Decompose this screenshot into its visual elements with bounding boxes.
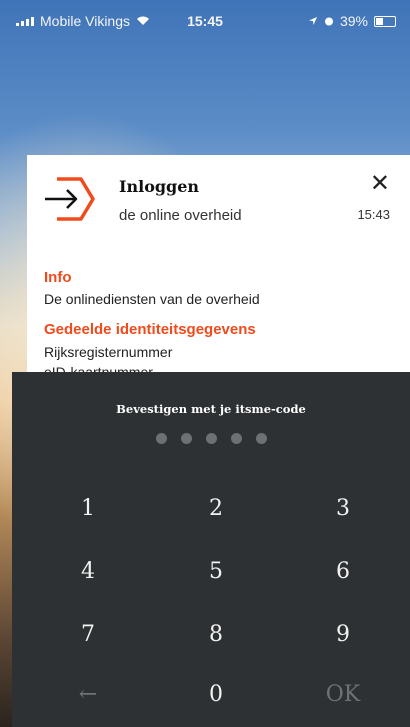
ok-button[interactable]: OK — [298, 675, 388, 715]
pin-dot — [180, 433, 192, 444]
info-text: De onlinediensten van de overheid — [44, 291, 260, 307]
shared-data-heading: Gedeelde identiteitsgegevens — [44, 321, 256, 338]
location-icon — [308, 13, 318, 29]
close-icon[interactable]: ✕ — [370, 172, 390, 196]
key-5[interactable]: 5 — [171, 552, 261, 592]
key-2[interactable]: 2 — [171, 489, 261, 529]
info-heading: Info — [44, 269, 72, 286]
login-request-card: Inloggen de online overheid ✕ 15:43 Info… — [27, 155, 410, 380]
battery-icon — [374, 15, 396, 27]
key-4[interactable]: 4 — [43, 552, 133, 592]
key-3[interactable]: 3 — [298, 489, 388, 529]
key-8[interactable]: 8 — [171, 615, 261, 655]
keypad-title: Bevestigen met je itsme-code — [116, 402, 306, 416]
key-1[interactable]: 1 — [43, 489, 133, 529]
alarm-icon — [324, 13, 334, 29]
shared-data-text: Rijksregisternummer — [44, 344, 173, 360]
backspace-key[interactable]: ← — [43, 675, 133, 715]
pin-keypad: Bevestigen met je itsme-code 1 2 3 4 5 6… — [12, 372, 410, 727]
status-bar: Mobile Vikings 15:45 39% — [0, 0, 410, 40]
pin-dot — [230, 433, 242, 444]
pin-dot — [255, 433, 267, 444]
pin-dot — [205, 433, 217, 444]
card-time: 15:43 — [357, 207, 390, 222]
key-9[interactable]: 9 — [298, 615, 388, 655]
key-7[interactable]: 7 — [43, 615, 133, 655]
key-6[interactable]: 6 — [298, 552, 388, 592]
card-subtitle: de online overheid — [119, 207, 242, 224]
pin-dot — [155, 433, 167, 444]
card-title: Inloggen — [119, 177, 200, 196]
status-right: 39% — [308, 13, 396, 29]
pin-dots — [12, 433, 410, 444]
battery-percentage: 39% — [339, 13, 368, 29]
itsme-login-icon — [41, 175, 97, 223]
key-0[interactable]: 0 — [171, 675, 261, 715]
